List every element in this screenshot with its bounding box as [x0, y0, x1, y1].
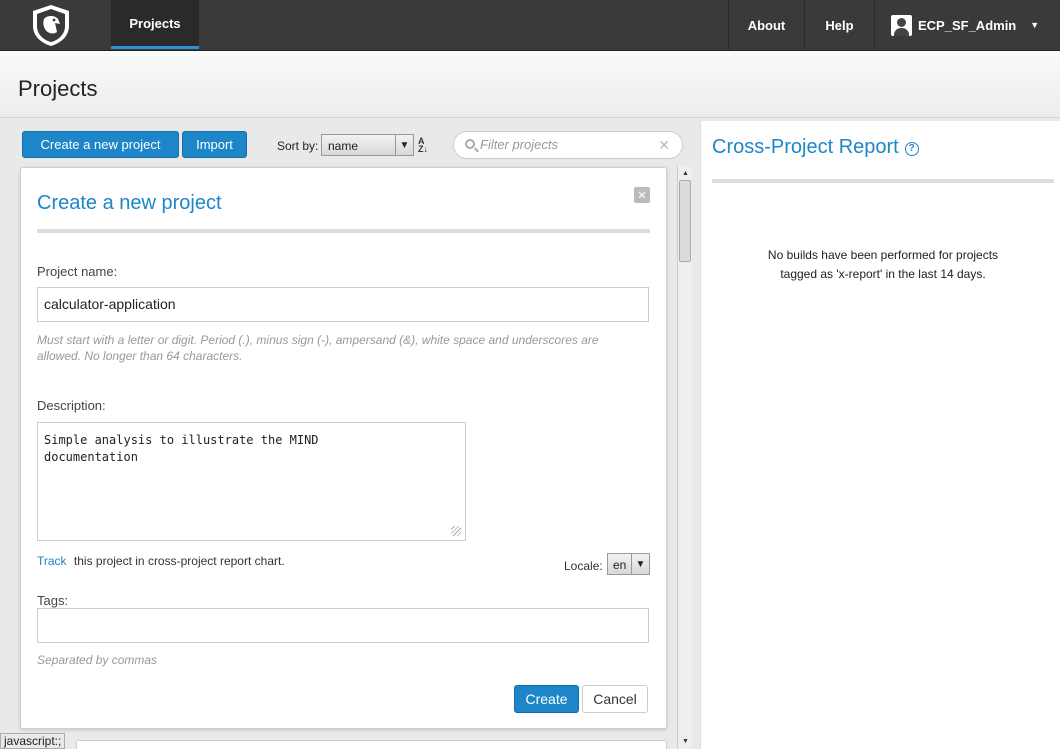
locale-select[interactable]: en ▼ — [607, 553, 650, 575]
resize-handle-icon[interactable] — [451, 526, 461, 536]
scroll-thumb[interactable] — [679, 180, 691, 262]
description-label: Description: — [37, 398, 106, 413]
create-project-button[interactable]: Create a new project — [22, 131, 179, 158]
scroll-down-icon[interactable]: ▼ — [680, 736, 691, 747]
create-button[interactable]: Create — [514, 685, 579, 713]
project-list-item[interactable] — [76, 740, 667, 749]
filter-box: ✕ — [453, 131, 683, 159]
page-header: Projects — [0, 51, 1060, 118]
user-menu[interactable]: ECP_SF_Admin ▼ — [874, 0, 1060, 50]
nav-link-help[interactable]: Help — [804, 0, 874, 50]
status-bar: javascript:; — [0, 733, 66, 749]
report-title: Cross-Project Report — [712, 136, 899, 158]
close-icon[interactable]: ✕ — [634, 187, 650, 203]
search-icon — [465, 139, 475, 149]
tags-label: Tags: — [37, 593, 69, 608]
nav-tab-projects[interactable]: Projects — [111, 0, 199, 49]
tags-input[interactable] — [37, 608, 649, 643]
sort-select[interactable]: name ▼ — [321, 134, 414, 156]
description-textarea[interactable]: Simple analysis to illustrate the MIND d… — [37, 422, 466, 541]
description-text: Simple analysis to illustrate the MIND d… — [44, 433, 319, 464]
chevron-down-icon: ▼ — [1030, 20, 1040, 30]
sort-value: name — [328, 139, 359, 153]
form-divider — [37, 229, 650, 233]
report-title-row: Cross-Project Report ? — [712, 136, 919, 159]
create-project-form: Create a new project ✕ Project name: cal… — [20, 167, 667, 729]
project-name-label: Project name: — [37, 264, 118, 279]
nav-link-about[interactable]: About — [728, 0, 804, 50]
project-name-hint: Must start with a letter or digit. Perio… — [37, 333, 599, 363]
scroll-up-icon[interactable]: ▲ — [680, 168, 691, 179]
clear-filter-icon[interactable]: ✕ — [658, 137, 670, 154]
list-scrollbar[interactable]: ▲ ▼ — [677, 166, 692, 749]
filter-projects-input[interactable] — [480, 137, 660, 152]
help-icon[interactable]: ? — [904, 141, 919, 156]
app-logo-icon[interactable] — [28, 2, 74, 48]
track-row: Track this project in cross-project repo… — [37, 554, 285, 568]
top-navbar: Projects About Help ECP_SF_Admin ▼ — [0, 0, 1060, 51]
sort-label: Sort by: — [277, 139, 319, 153]
form-title: Create a new project — [37, 192, 222, 214]
avatar-icon — [891, 14, 912, 36]
dropdown-arrow-icon: ▼ — [631, 554, 649, 574]
report-divider — [712, 179, 1054, 183]
tags-hint: Separated by commas — [37, 653, 158, 667]
project-name-input[interactable]: calculator-application — [37, 287, 649, 322]
locale-value: en — [613, 558, 627, 572]
cancel-button[interactable]: Cancel — [582, 685, 648, 713]
locale-label: Locale: — [564, 559, 603, 573]
report-empty-message: No builds have been performed for projec… — [767, 248, 999, 281]
nav-right-group: About Help ECP_SF_Admin ▼ — [728, 0, 1060, 50]
sort-direction-icon[interactable]: A Z↓ — [418, 137, 428, 154]
import-button[interactable]: Import — [182, 131, 247, 158]
track-text: this project in cross-project report cha… — [73, 554, 285, 568]
track-link[interactable]: Track — [37, 554, 67, 568]
page-title: Projects — [18, 76, 98, 101]
dropdown-arrow-icon: ▼ — [395, 135, 413, 155]
user-name: ECP_SF_Admin — [918, 17, 1017, 33]
cross-project-report-panel: Cross-Project Report ? No builds have be… — [700, 121, 1060, 749]
